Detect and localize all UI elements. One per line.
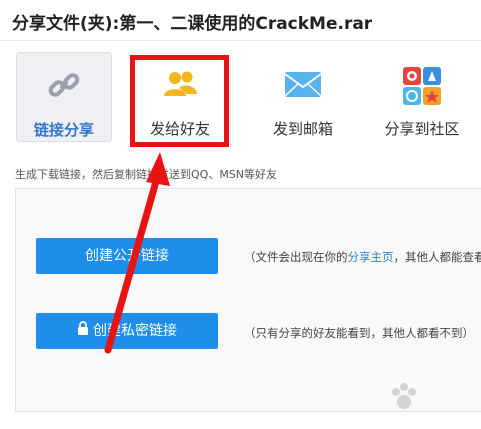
watermark-logo [352,378,472,424]
red-arrow-annotation [104,152,170,354]
